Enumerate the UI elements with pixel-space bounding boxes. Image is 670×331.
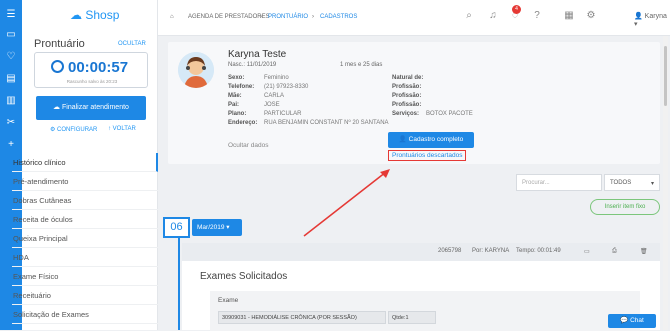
breadcrumb-prontuario[interactable]: PRONTUÁRIO: [268, 14, 308, 20]
notification-badge: 4: [512, 5, 521, 14]
gear-icon[interactable]: ⚙: [584, 9, 598, 23]
clock-icon: [51, 60, 64, 73]
search-icon[interactable]: ⌕: [462, 9, 476, 23]
cloud-icon: ☁: [70, 8, 82, 22]
exam-label: Exame: [218, 297, 239, 304]
menu-item-exame-fisico[interactable]: Exame Físico: [12, 267, 158, 286]
report-icon[interactable]: ▦: [562, 9, 576, 23]
inserir-item-fixo-button[interactable]: Inserir item fixo: [590, 199, 660, 215]
annotation-arrow: [303, 169, 390, 237]
configurar-link[interactable]: ⚙ CONFIGURAR: [50, 126, 97, 133]
filter-select[interactable]: TODOS ▾: [604, 174, 660, 191]
exames-section: Exames Solicitados Exame 30909031 - HEMO…: [182, 261, 660, 331]
timer-box: 00:00:57 Rascunho salvo às 20:23: [34, 52, 148, 88]
field-endereco: Endereço:: [228, 120, 258, 126]
print-icon[interactable]: ⎙: [612, 248, 617, 255]
menu-item-historico[interactable]: Histórico clínico: [12, 153, 158, 172]
patient-name: Karyna Teste: [228, 49, 287, 60]
prontuario-title: Prontuário: [34, 38, 85, 50]
plus-icon[interactable]: +: [4, 138, 18, 152]
home-icon[interactable]: ⌂: [170, 14, 174, 20]
patient-nasc: Nasc.: 11/01/2019: [228, 62, 277, 68]
field-mae: Mãe:: [228, 93, 242, 99]
field-plano: Plano:: [228, 111, 247, 117]
breadcrumb-cadastros[interactable]: CADASTROS: [320, 14, 357, 20]
entry-time: Tempo: 00:01:49: [516, 248, 561, 254]
trash-icon[interactable]: 🗑: [640, 248, 648, 255]
voltar-link[interactable]: ↑ VOLTAR: [108, 126, 136, 132]
field-profissao-1: Profissão:: [392, 84, 422, 90]
value-servicos: BOTOX PACOTE: [426, 111, 473, 117]
exam-block: Exame 30909031 - HEMODIÁLISE CRÔNICA (PO…: [210, 291, 640, 331]
timer: 00:00:57: [51, 59, 128, 76]
value-mae: CARLA: [264, 93, 285, 99]
chevron-down-icon: ▾: [650, 181, 654, 187]
field-pai: Pai:: [228, 102, 240, 108]
exames-title: Exames Solicitados: [200, 271, 288, 282]
breadcrumb-agenda[interactable]: AGENDA DE PRESTADORES: [188, 14, 270, 20]
help-icon[interactable]: ?: [530, 9, 544, 23]
value-endereco: RUA BENJAMIN CONSTANT Nº 20 SANTANA: [264, 120, 389, 126]
menu-item-dobras[interactable]: Dobras Cutâneas: [12, 191, 158, 210]
value-telefone: (21) 97923-8330: [264, 84, 309, 90]
scrollbar-thumb[interactable]: [664, 46, 667, 106]
user-menu[interactable]: 👤 Karyna ▾: [634, 12, 670, 28]
breadcrumb-sep: ›: [260, 14, 262, 20]
value-plano: PARTICULAR: [264, 111, 302, 117]
field-profissao-3: Profissão:: [392, 102, 422, 108]
card-icon[interactable]: ▭: [584, 248, 590, 255]
ocultar-dados-link[interactable]: Ocultar dados: [228, 142, 268, 149]
finalizar-atendimento-button[interactable]: ☁ Finalizar atendimento: [36, 96, 146, 120]
bell-icon[interactable]: ♫: [486, 9, 500, 23]
menu-icon[interactable]: ☰: [4, 8, 18, 22]
value-pai: JOSE: [264, 102, 280, 108]
exam-qtde: Qtde:1: [388, 311, 436, 324]
field-profissao-2: Profissão:: [392, 93, 422, 99]
search-input[interactable]: Procurar...: [516, 174, 602, 191]
user-icon: 👤: [398, 136, 407, 143]
patient-avatar: [178, 52, 214, 88]
database-icon[interactable]: ▥: [4, 94, 18, 108]
saved-note: Rascunho salvo às 20:23: [66, 79, 118, 84]
menu-item-receituario[interactable]: Receituário: [12, 286, 158, 305]
field-natural: Natural de:: [392, 75, 424, 81]
field-servicos: Serviços:: [392, 111, 420, 117]
cadastro-completo-button[interactable]: 👤 Cadastro completo: [388, 132, 474, 148]
entry-id: 2065798: [438, 248, 462, 254]
list-icon[interactable]: ▤: [4, 72, 18, 86]
heart-icon[interactable]: ♡: [4, 50, 18, 64]
menu-item-hda[interactable]: HDA: [12, 248, 158, 267]
tools-icon[interactable]: ✂: [4, 116, 18, 130]
timeline-day: 06: [163, 217, 190, 238]
field-sexo: Sexo:: [228, 75, 245, 81]
top-bar: ⌂ AGENDA DE PRESTADORES › PRONTUÁRIO › C…: [158, 0, 670, 36]
menu-item-receita-oculos[interactable]: Receita de óculos: [12, 210, 158, 229]
chat-icon: 💬: [620, 317, 629, 324]
entry-author: Por: KARYNA: [472, 248, 510, 254]
exam-value: 30909031 - HEMODIÁLISE CRÔNICA (POR SESS…: [218, 311, 386, 324]
patient-card: Karyna Teste Nasc.: 11/01/2019 1 mes e 2…: [168, 42, 660, 164]
value-sexo: Feminino: [264, 75, 289, 81]
entry-header: 2065798 Por: KARYNA Tempo: 00:01:49 ▭ ⎙ …: [182, 243, 660, 261]
sidebar-menu: Histórico clínico Pré-atendimento Dobras…: [12, 153, 158, 324]
patient-idade: 1 mes e 25 dias: [340, 62, 383, 68]
menu-item-pre-atendimento[interactable]: Pré-atendimento: [12, 172, 158, 191]
menu-item-solicitacao-exames[interactable]: Solicitação de Exames: [12, 305, 158, 324]
field-telefone: Telefone:: [228, 84, 255, 90]
cloud-upload-icon: ☁: [53, 104, 61, 111]
calendar-icon[interactable]: ▭: [4, 28, 18, 42]
menu-item-queixa[interactable]: Queixa Principal: [12, 229, 158, 248]
month-dropdown[interactable]: Mar/2019 ▾: [192, 219, 242, 236]
breadcrumb-sep: ›: [312, 14, 314, 20]
chat-button[interactable]: 💬 Chat: [608, 314, 656, 328]
scrollbar[interactable]: [663, 36, 668, 330]
timeline-line: [178, 235, 180, 330]
app-logo[interactable]: ☁ Shosp: [70, 8, 119, 22]
ocultar-link[interactable]: OCULTAR: [118, 41, 146, 47]
